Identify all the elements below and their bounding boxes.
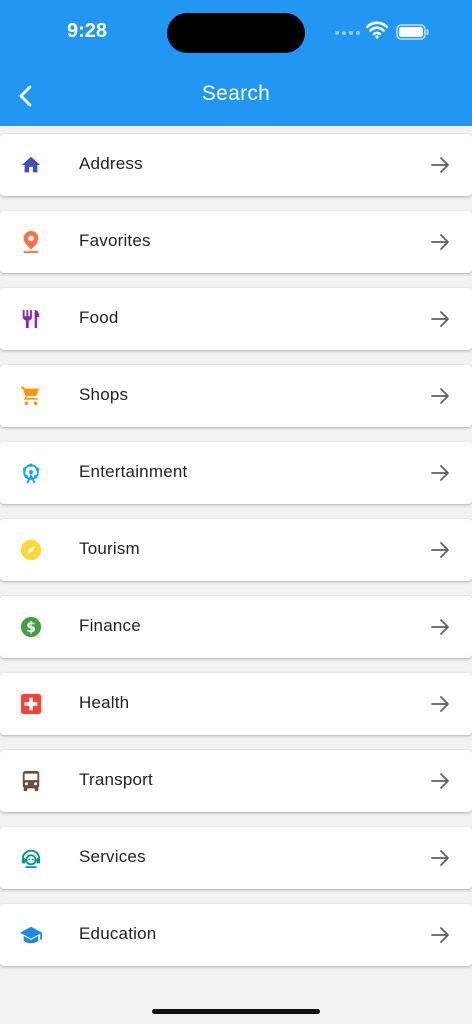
home-icon (19, 153, 43, 177)
arrow-right-icon (431, 696, 449, 712)
category-item-health[interactable]: Health (0, 673, 472, 735)
category-label: Favorites (79, 231, 151, 250)
shopping-cart-icon (19, 384, 43, 408)
page-title: Search (201, 82, 271, 105)
location-pin-icon (19, 230, 43, 254)
category-item-favorites[interactable]: Favorites (0, 211, 472, 273)
category-label: Address (79, 154, 143, 173)
ferris-wheel-icon (19, 461, 43, 485)
category-label: Transport (79, 770, 153, 789)
app-bar: 9:28 Search (0, 0, 472, 126)
arrow-right-icon (431, 465, 449, 481)
support-agent-icon (19, 846, 43, 870)
arrow-right-icon (431, 850, 449, 866)
arrow-right-icon (431, 388, 449, 404)
arrow-right-icon (431, 927, 449, 943)
arrow-right-icon (431, 311, 449, 327)
dollar-icon: $ (19, 615, 43, 639)
category-label: Tourism (79, 539, 140, 558)
category-label: Health (79, 693, 130, 712)
status-time: 9:28 (67, 20, 108, 42)
category-item-transport[interactable]: Transport (0, 750, 472, 812)
category-label: Finance (79, 616, 141, 635)
arrow-right-icon (431, 773, 449, 789)
category-item-education[interactable]: Education (0, 904, 472, 966)
arrow-right-icon (431, 619, 449, 635)
category-item-food[interactable]: Food (0, 288, 472, 350)
category-label: Shops (79, 385, 129, 404)
arrow-right-icon (431, 157, 449, 173)
category-label: Entertainment (79, 462, 188, 481)
school-icon (19, 923, 43, 947)
category-item-finance[interactable]: $ Finance (0, 596, 472, 658)
category-item-services[interactable]: Services (0, 827, 472, 889)
arrow-right-icon (431, 542, 449, 558)
compass-icon (19, 538, 43, 562)
restaurant-icon (19, 307, 43, 331)
cellular-signal-icon (335, 31, 360, 35)
arrow-right-icon (431, 234, 449, 250)
category-item-shops[interactable]: Shops (0, 365, 472, 427)
category-item-entertainment[interactable]: Entertainment (0, 442, 472, 504)
medical-cross-icon (19, 692, 43, 716)
dynamic-island (167, 13, 305, 53)
battery-icon (396, 24, 429, 40)
category-item-tourism[interactable]: Tourism (0, 519, 472, 581)
category-label: Education (79, 924, 157, 943)
home-indicator[interactable] (152, 1009, 320, 1014)
wifi-icon (366, 21, 388, 39)
category-label: Food (79, 308, 119, 327)
bus-icon (19, 769, 43, 793)
category-label: Services (79, 847, 146, 866)
svg-text:$: $ (26, 620, 36, 636)
category-item-address[interactable]: Address (0, 134, 472, 196)
